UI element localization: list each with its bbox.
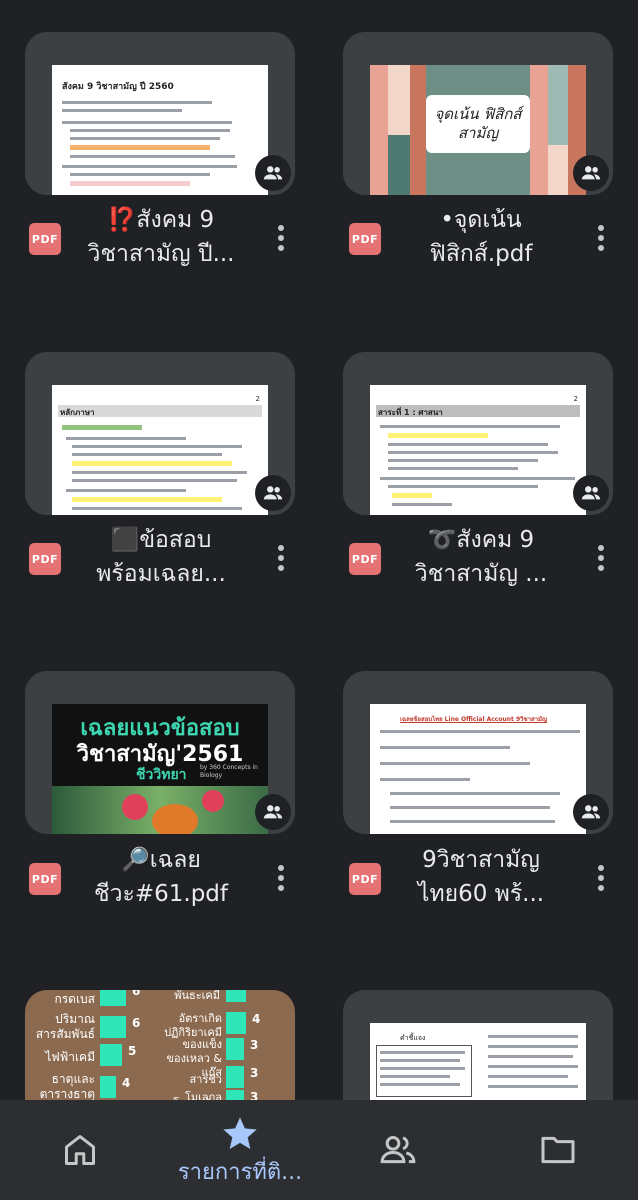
pdf-icon: PDF xyxy=(29,543,61,575)
file-thumbnail[interactable]: คำชี้แจง xyxy=(343,990,613,1110)
file-title-line2: ชีวะ#61.pdf xyxy=(93,881,229,907)
row-count: 4 xyxy=(252,1012,261,1026)
file-title-line2: วิชาสามัญ ปี... xyxy=(87,241,235,267)
row-count: 3 xyxy=(250,1066,259,1080)
preview-heading: จุดเน้น ฟิสิกส์ สามัญ xyxy=(434,105,522,142)
row-count: 4 xyxy=(122,1076,131,1090)
document-preview: เฉลยข้อสอบไทย Line Official Account 9วิช… xyxy=(370,704,586,834)
nav-files[interactable] xyxy=(526,1100,590,1200)
file-thumbnail[interactable]: เฉลยข้อสอบไทย Line Official Account 9วิช… xyxy=(343,671,613,834)
pdf-icon: PDF xyxy=(349,863,381,895)
file-info: PDF ⬛ข้อสอบ พร้อมเฉลย... xyxy=(25,523,325,613)
row-label: ไฟฟ้าเคมี xyxy=(45,1050,95,1064)
row-label: อัตราเกิดปฏิกิริยาเคมี xyxy=(164,1012,222,1039)
document-preview: 2 หลักภาษา xyxy=(52,385,268,515)
row-label: ธาตุและตารางธาตุ xyxy=(39,1072,95,1101)
file-thumbnail[interactable]: จุดเน้น ฟิสิกส์ สามัญ xyxy=(343,32,613,195)
nav-home[interactable] xyxy=(48,1100,112,1200)
pdf-icon: PDF xyxy=(29,863,61,895)
row-label: พันธะเคมี xyxy=(174,990,220,1002)
file-info: PDF ➰สังคม 9 วิชาสามัญ ... xyxy=(345,523,638,613)
page-number: 2 xyxy=(573,395,578,403)
file-title[interactable]: ⁉️สังคม 9 วิชาสามัญ ปี... xyxy=(63,203,259,271)
preview-row-left: กรดเบส 6 ปริมาณสารสัมพันธ์ 6 ไฟฟ้าเคมี 5… xyxy=(25,990,160,1110)
row-count: 3 xyxy=(250,1038,259,1052)
cover-line3: ชีววิทยา xyxy=(136,767,187,783)
cover-line4: by 360 Concepts in Biology xyxy=(200,764,258,779)
shared-icon xyxy=(255,155,291,191)
row-count: 5 xyxy=(128,1044,137,1058)
file-title-line1: ➰สังคม 9 xyxy=(427,527,535,553)
file-thumbnail[interactable]: 2 สาระที่ 1 : ศาสนา xyxy=(343,352,613,515)
more-options-icon[interactable] xyxy=(595,865,607,895)
file-title[interactable]: 🔎เฉลย ชีวะ#61.pdf xyxy=(63,843,259,911)
pdf-icon: PDF xyxy=(349,543,381,575)
more-options-icon[interactable] xyxy=(275,545,287,575)
preview-heading: สังคม 9 วิชาสามัญ ปี 2560 xyxy=(62,82,174,92)
file-title-line1: 9วิชาสามัญ xyxy=(422,847,540,873)
preview-heading: คำชี้แจง xyxy=(400,1034,426,1042)
file-info: PDF 🔎เฉลย ชีวะ#61.pdf xyxy=(25,843,325,933)
file-title-line1: ⬛ข้อสอบ xyxy=(110,527,212,553)
nav-shared[interactable] xyxy=(366,1100,430,1200)
file-info: PDF ⁉️สังคม 9 วิชาสามัญ ปี... xyxy=(25,203,325,293)
page-number: 2 xyxy=(255,395,260,403)
preview-row-right: พันธะเคมี อัตราเกิดปฏิกิริยาเคมี 4 ของแข… xyxy=(160,990,295,1110)
home-icon xyxy=(65,1135,95,1165)
file-title-line2: ไทย60 พร้... xyxy=(417,881,545,907)
nav-starred-label: รายการที่ติ... xyxy=(177,1160,303,1185)
shared-icon xyxy=(573,475,609,511)
preview-heading: เฉลยข้อสอบไทย Line Official Account 9วิช… xyxy=(400,716,548,723)
nav-starred[interactable]: รายการที่ติ... xyxy=(150,1100,330,1200)
folder-icon xyxy=(541,1136,575,1164)
pdf-icon: PDF xyxy=(349,223,381,255)
file-title[interactable]: ➰สังคม 9 วิชาสามัญ ... xyxy=(383,523,579,591)
file-title-line1: 🔎เฉลย xyxy=(121,847,201,873)
file-title[interactable]: •จุดเน้น ฟิสิกส์.pdf xyxy=(383,203,579,271)
file-title-line2: ฟิสิกส์.pdf xyxy=(429,241,533,267)
file-title-line1: ⁉️สังคม 9 xyxy=(107,207,215,233)
file-title-line1: •จุดเน้น xyxy=(440,207,522,233)
people-icon xyxy=(380,1136,416,1164)
file-info: PDF 9วิชาสามัญ ไทย60 พร้... xyxy=(345,843,638,933)
document-preview: สังคม 9 วิชาสามัญ ปี 2560 xyxy=(52,65,268,195)
document-preview: 2 สาระที่ 1 : ศาสนา xyxy=(370,385,586,515)
file-thumbnail[interactable]: กรดเบส 6 ปริมาณสารสัมพันธ์ 6 ไฟฟ้าเคมี 5… xyxy=(25,990,295,1110)
shared-icon xyxy=(573,155,609,191)
file-thumbnail[interactable]: เฉลยแนวข้อสอบ วิชาสามัญ'2561 ชีววิทยา by… xyxy=(25,671,295,834)
shared-icon xyxy=(255,794,291,830)
bottom-navigation: รายการที่ติ... xyxy=(0,1100,638,1200)
pdf-icon: PDF xyxy=(29,223,61,255)
more-options-icon[interactable] xyxy=(595,545,607,575)
file-title-line2: วิชาสามัญ ... xyxy=(414,561,548,587)
file-title[interactable]: ⬛ข้อสอบ พร้อมเฉลย... xyxy=(63,523,259,591)
row-count: 6 xyxy=(132,990,141,998)
row-count: 6 xyxy=(132,1016,141,1030)
shared-icon xyxy=(255,475,291,511)
document-preview: คำชี้แจง xyxy=(370,1023,586,1110)
file-title-line2: พร้อมเฉลย... xyxy=(96,561,226,587)
shared-icon xyxy=(573,794,609,830)
row-label: กรดเบส xyxy=(54,992,95,1006)
star-icon xyxy=(223,1117,257,1149)
preview-heading: หลักภาษา xyxy=(60,408,95,417)
file-info: PDF •จุดเน้น ฟิสิกส์.pdf xyxy=(345,203,638,293)
document-preview: จุดเน้น ฟิสิกส์ สามัญ xyxy=(370,65,586,195)
file-thumbnail[interactable]: 2 หลักภาษา xyxy=(25,352,295,515)
preview-heading: สาระที่ 1 : ศาสนา xyxy=(378,408,443,417)
document-preview: เฉลยแนวข้อสอบ วิชาสามัญ'2561 ชีววิทยา by… xyxy=(52,704,268,834)
more-options-icon[interactable] xyxy=(595,225,607,255)
file-grid: สังคม 9 วิชาสามัญ ปี 2560 PDF ⁉️สังคม 9 … xyxy=(0,0,638,1110)
file-thumbnail[interactable]: สังคม 9 วิชาสามัญ ปี 2560 xyxy=(25,32,295,195)
more-options-icon[interactable] xyxy=(275,865,287,895)
file-title[interactable]: 9วิชาสามัญ ไทย60 พร้... xyxy=(383,843,579,911)
row-label: ปริมาณสารสัมพันธ์ xyxy=(35,1012,95,1041)
more-options-icon[interactable] xyxy=(275,225,287,255)
